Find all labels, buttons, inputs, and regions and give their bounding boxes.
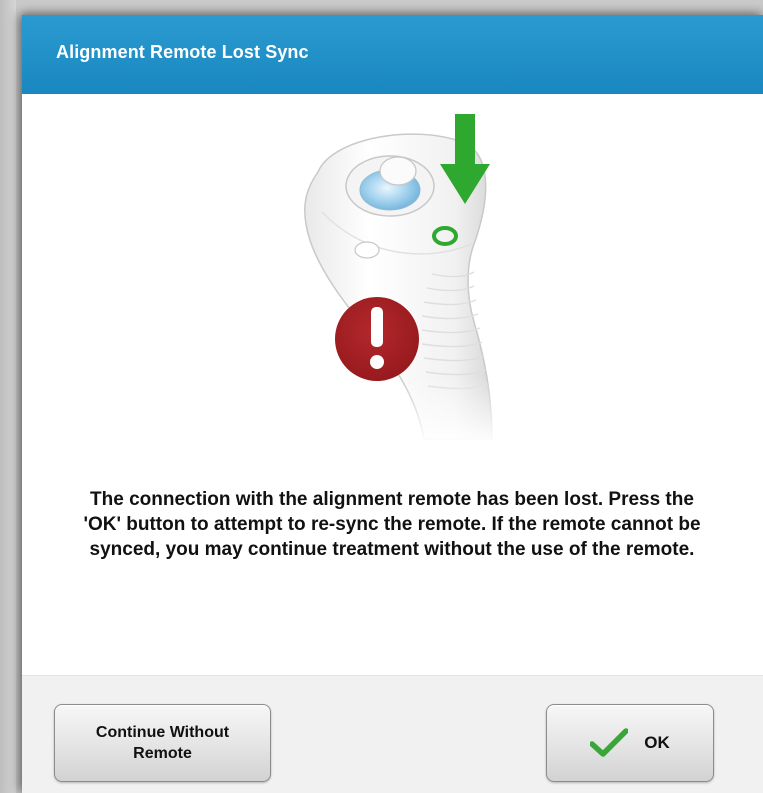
continue-button-label-line2: Remote: [133, 745, 192, 762]
dialog-footer: Continue Without Remote OK: [22, 675, 763, 793]
dialog-title-bar: Alignment Remote Lost Sync: [22, 15, 763, 94]
dialog-message: The connection with the alignment remote…: [83, 489, 701, 560]
checkmark-icon: [590, 728, 629, 757]
background-window-edge: [0, 0, 16, 793]
remote-illustration: [22, 94, 763, 464]
ok-button-label: OK: [644, 733, 670, 752]
exclamation-alert-icon: [335, 297, 419, 381]
alignment-remote-lost-sync-dialog: Alignment Remote Lost Sync The connectio…: [22, 15, 763, 793]
continue-button-label-line1: Continue Without: [95, 724, 230, 741]
ok-button[interactable]: OK: [546, 704, 714, 782]
dialog-title: Alignment Remote Lost Sync: [56, 42, 309, 62]
continue-without-remote-button[interactable]: Continue Without Remote: [54, 704, 271, 782]
